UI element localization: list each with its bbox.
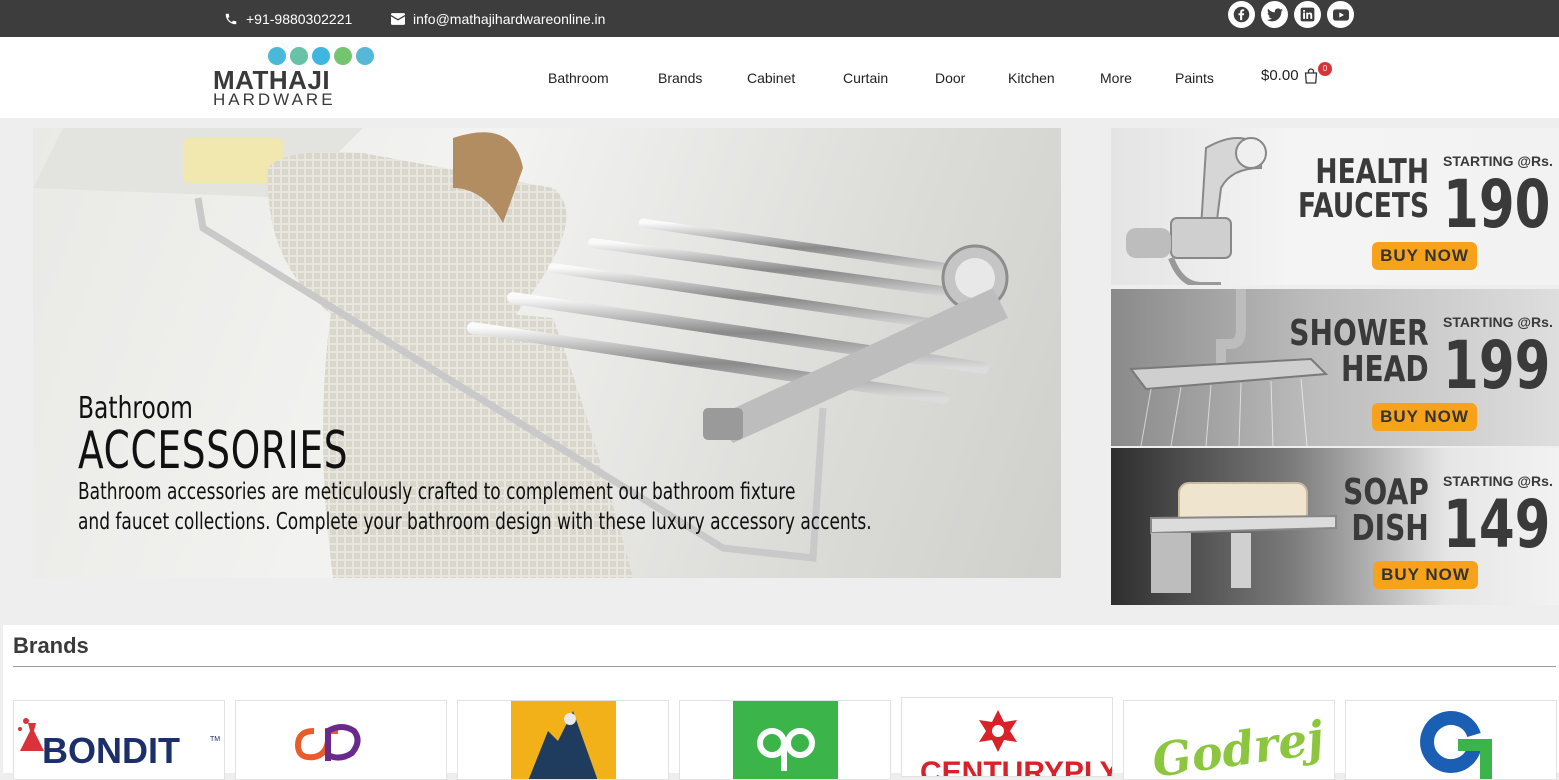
promo-health-faucets-buy-button[interactable]: BUY NOW xyxy=(1372,242,1477,270)
promo-health-faucets-price: 190 xyxy=(1443,166,1551,243)
soap-dish-image xyxy=(1150,482,1337,593)
hero-description-line1: Bathroom accessories are meticulously cr… xyxy=(78,479,796,505)
hero-title-large: ACCESSORIES xyxy=(78,421,349,481)
phone-icon xyxy=(225,13,237,24)
brands-divider xyxy=(13,666,1556,667)
top-bar: +91-9880302221 info@mathajihardwareonlin… xyxy=(0,0,1559,37)
svg-text:TM: TM xyxy=(210,736,220,743)
main-nav: Bathroom Brands Cabinet Curtain Door Kit… xyxy=(0,37,1559,118)
phone-contact[interactable]: +91-9880302221 xyxy=(224,0,352,37)
nav-item-door[interactable]: Door xyxy=(935,70,965,86)
hero-description: Bathroom accessories are meticulously cr… xyxy=(78,477,892,537)
brands-section: Brands BONDIT TM CENTURYPLY Godrej xyxy=(3,625,1559,780)
nav-item-bathroom[interactable]: Bathroom xyxy=(548,70,609,86)
health-faucet-image xyxy=(1126,137,1267,285)
brand-logo-7[interactable] xyxy=(1345,700,1557,780)
brand-logo-bondit-text: BONDIT xyxy=(42,730,180,771)
social-links xyxy=(1228,1,1354,28)
phone-number: +91-9880302221 xyxy=(246,10,353,27)
promo-health-faucets-name: HEALTH FAUCETS xyxy=(1297,152,1429,226)
nav-item-cabinet[interactable]: Cabinet xyxy=(747,70,795,86)
brand-logo-godrej[interactable]: Godrej xyxy=(1123,700,1335,780)
promo-health-faucets[interactable]: HEALTH FAUCETS STARTING @Rs. 190 BUY NOW xyxy=(1111,128,1559,285)
cart-count-badge: 0 xyxy=(1318,62,1332,76)
hero-banner[interactable]: Bathroom ACCESSORIES Bathroom accessorie… xyxy=(33,128,1061,578)
linkedin-icon[interactable] xyxy=(1294,1,1321,28)
shopping-bag-icon xyxy=(1304,67,1317,84)
cart-total: $0.00 xyxy=(1261,67,1299,84)
brand-logo-godrej-text: Godrej xyxy=(1149,710,1327,780)
promo-shower-head-price: 199 xyxy=(1443,327,1551,404)
promo-shower-head-buy-button[interactable]: BUY NOW xyxy=(1372,403,1477,431)
brand-logo-3[interactable] xyxy=(457,700,669,780)
brand-logo-bondit[interactable]: BONDIT TM xyxy=(13,700,225,780)
email-address: info@mathajihardwareonline.in xyxy=(413,10,606,27)
youtube-icon[interactable] xyxy=(1327,1,1354,28)
nav-item-paints[interactable]: Paints xyxy=(1175,70,1214,86)
nav-item-kitchen[interactable]: Kitchen xyxy=(1008,70,1055,86)
envelope-icon xyxy=(391,12,405,25)
twitter-icon[interactable] xyxy=(1261,1,1288,28)
brands-heading: Brands xyxy=(13,633,89,658)
nav-item-brands[interactable]: Brands xyxy=(658,70,702,86)
promo-soap-dish-name: SOAP DISH xyxy=(1343,472,1429,549)
promo-shower-head[interactable]: SHOWER HEAD STARTING @Rs. 199 BUY NOW xyxy=(1111,289,1559,446)
email-contact[interactable]: info@mathajihardwareonline.in xyxy=(391,0,605,37)
brand-logo-4[interactable] xyxy=(679,700,891,780)
promo-soap-dish-buy-button[interactable]: BUY NOW xyxy=(1373,561,1478,589)
brand-logo-centuryply[interactable]: CENTURYPLY xyxy=(901,697,1113,777)
promo-soap-dish-price: 149 xyxy=(1443,486,1551,563)
promo-shower-head-name: SHOWER HEAD xyxy=(1289,313,1429,390)
brand-logo-asian-paints[interactable] xyxy=(235,700,447,780)
hero-description-line2: and faucet collections. Complete your ba… xyxy=(78,509,872,535)
brand-logo-centuryply-text: CENTURYPLY xyxy=(920,756,1113,777)
site-header: MATHAJI HARDWARE Bathroom Brands Cabinet… xyxy=(0,37,1559,118)
facebook-icon[interactable] xyxy=(1228,1,1255,28)
promo-soap-dish[interactable]: SOAP DISH STARTING @Rs. 149 BUY NOW xyxy=(1111,448,1559,605)
cart-button[interactable]: $0.00 0 xyxy=(1261,62,1332,84)
nav-item-curtain[interactable]: Curtain xyxy=(843,70,888,86)
nav-item-more[interactable]: More xyxy=(1100,70,1132,86)
